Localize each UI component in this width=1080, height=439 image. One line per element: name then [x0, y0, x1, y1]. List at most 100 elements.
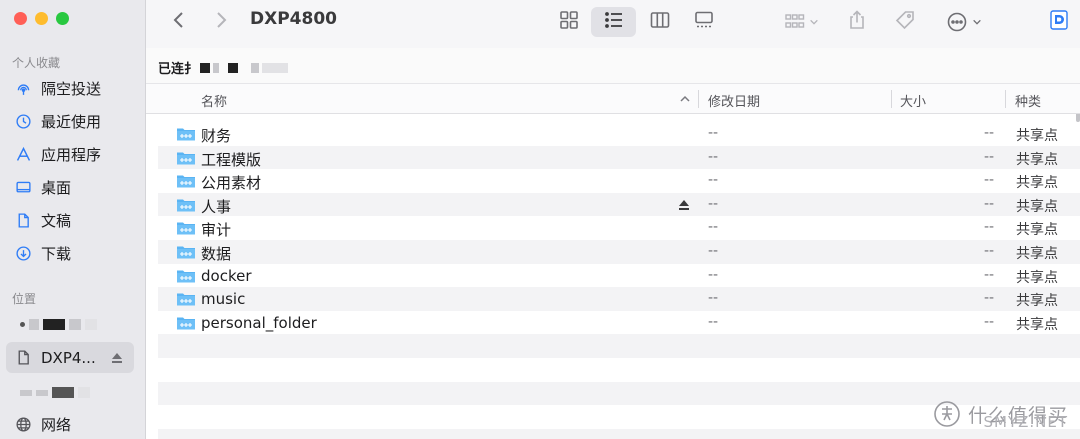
- file-name: docker: [201, 266, 252, 285]
- sidebar-item-airdrop[interactable]: 隔空投送: [6, 73, 134, 104]
- sidebar-item-label: 桌面: [41, 179, 72, 197]
- column-divider[interactable]: [891, 90, 892, 108]
- file-date: --: [708, 125, 719, 141]
- shared-folder-icon: [176, 268, 196, 284]
- document-app-icon: [1048, 9, 1070, 35]
- group-by-button[interactable]: [776, 7, 826, 37]
- gallery-view-button[interactable]: [688, 7, 720, 37]
- icon-view-button[interactable]: [554, 7, 584, 37]
- sidebar-item-label: 文稿: [41, 212, 72, 230]
- sidebar: 个人收藏 隔空投送 最近使用 应用程序 桌面 文稿 下载 位置 DXP4... …: [0, 0, 146, 439]
- sidebar-item-label: 隔空投送: [41, 80, 102, 98]
- sidebar-item-redacted-device[interactable]: [6, 309, 134, 340]
- minimize-window-button[interactable]: [35, 12, 48, 25]
- file-date: --: [708, 172, 719, 189]
- file-size: --: [984, 243, 995, 259]
- column-header: 名称 修改日期 大小 种类: [146, 84, 1080, 114]
- redacted-text: [200, 62, 211, 73]
- column-header-size[interactable]: 大小: [900, 91, 926, 110]
- connection-status: 已连扌: [158, 58, 289, 77]
- file-date: --: [708, 195, 719, 212]
- file-date: --: [708, 313, 719, 330]
- sidebar-item-downloads[interactable]: 下载: [6, 238, 134, 269]
- file-name: 公用素材: [201, 174, 262, 193]
- forward-button[interactable]: [208, 7, 234, 37]
- sort-ascending-icon[interactable]: [679, 93, 691, 105]
- sidebar-item-dxp4800[interactable]: DXP4...: [6, 342, 134, 373]
- desktop-icon: [14, 179, 32, 197]
- shared-folder-icon: [176, 126, 196, 142]
- file-name: 数据: [201, 245, 232, 263]
- redacted-device-name: [14, 319, 97, 330]
- group-grid-icon: [784, 11, 819, 33]
- column-header-date[interactable]: 修改日期: [708, 91, 760, 110]
- path-bar: 已连扌: [146, 48, 1080, 122]
- close-window-button[interactable]: [14, 12, 27, 25]
- file-row[interactable]: personal_folder -- -- 共享点: [158, 311, 1080, 335]
- redacted-text: [262, 62, 289, 73]
- column-divider[interactable]: [1005, 90, 1006, 108]
- file-name: 审计: [201, 221, 232, 240]
- eject-icon[interactable]: [677, 198, 691, 212]
- file-row[interactable]: 审计 -- -- 共享点: [158, 216, 1080, 240]
- columns-icon: [649, 9, 671, 35]
- sidebar-item-redacted-share[interactable]: [6, 377, 134, 408]
- toolbar: DXP4800: [146, 0, 1080, 48]
- file-row[interactable]: 数据 -- -- 共享点: [158, 240, 1080, 264]
- column-divider[interactable]: [698, 90, 699, 108]
- file-kind: 共享点: [1016, 269, 1058, 286]
- file-kind: 共享点: [1016, 316, 1058, 333]
- file-date: --: [708, 148, 719, 165]
- file-name: 工程模版: [201, 150, 262, 169]
- file-date: --: [708, 266, 719, 283]
- tags-button[interactable]: [890, 7, 920, 37]
- empty-row: [158, 358, 1080, 382]
- redacted-text: [228, 62, 239, 73]
- sidebar-item-label: DXP4...: [41, 348, 96, 367]
- sidebar-item-documents[interactable]: 文稿: [6, 205, 134, 236]
- sidebar-item-recents[interactable]: 最近使用: [6, 106, 134, 137]
- favorites-section-label: 个人收藏: [12, 56, 61, 70]
- empty-row: [158, 428, 1080, 439]
- back-button[interactable]: [166, 7, 192, 37]
- app-extension-button[interactable]: [1046, 7, 1072, 37]
- file-row[interactable]: 财务 -- -- 共享点: [158, 122, 1080, 146]
- eject-icon[interactable]: [110, 351, 124, 365]
- empty-row: [158, 334, 1080, 358]
- file-row[interactable]: 公用素材 -- -- 共享点: [158, 169, 1080, 193]
- ellipsis-circle-icon: [946, 11, 982, 33]
- share-button[interactable]: [843, 7, 871, 37]
- connection-status-label: 已连扌: [158, 62, 198, 77]
- more-actions-button[interactable]: [940, 7, 988, 37]
- sidebar-item-label: 应用程序: [41, 146, 102, 164]
- file-kind: 共享点: [1016, 175, 1058, 192]
- file-row[interactable]: music -- -- 共享点: [158, 287, 1080, 311]
- file-size: --: [984, 125, 995, 141]
- zoom-window-button[interactable]: [56, 12, 69, 25]
- sidebar-item-network[interactable]: 网络: [6, 409, 134, 439]
- locations-section-label: 位置: [12, 292, 37, 306]
- share-icon: [846, 9, 868, 35]
- watermark: 什么值得买 SMYZ.NET: [932, 399, 1068, 431]
- file-size: --: [984, 172, 995, 189]
- sidebar-item-applications[interactable]: 应用程序: [6, 139, 134, 170]
- file-row[interactable]: 人事 -- -- 共享点: [158, 192, 1080, 217]
- sidebar-item-label: 网络: [41, 416, 72, 434]
- column-header-kind[interactable]: 种类: [1015, 91, 1041, 110]
- watermark-logo-icon: [932, 399, 962, 429]
- document-icon: [14, 212, 32, 230]
- redacted-text: [251, 62, 260, 73]
- shared-folder-icon: [176, 220, 196, 236]
- file-size: --: [984, 266, 995, 283]
- file-name: music: [201, 290, 246, 309]
- column-header-name[interactable]: 名称: [201, 91, 227, 110]
- file-name: 人事: [201, 197, 232, 216]
- sidebar-item-label: 最近使用: [41, 113, 102, 131]
- list-view-button[interactable]: [591, 7, 636, 37]
- sidebar-item-desktop[interactable]: 桌面: [6, 172, 134, 203]
- file-kind: 共享点: [1016, 128, 1058, 144]
- file-row[interactable]: docker -- -- 共享点: [158, 264, 1080, 288]
- column-view-button[interactable]: [644, 7, 676, 37]
- shared-folder-icon: [176, 173, 196, 189]
- file-row[interactable]: 工程模版 -- -- 共享点: [158, 145, 1080, 170]
